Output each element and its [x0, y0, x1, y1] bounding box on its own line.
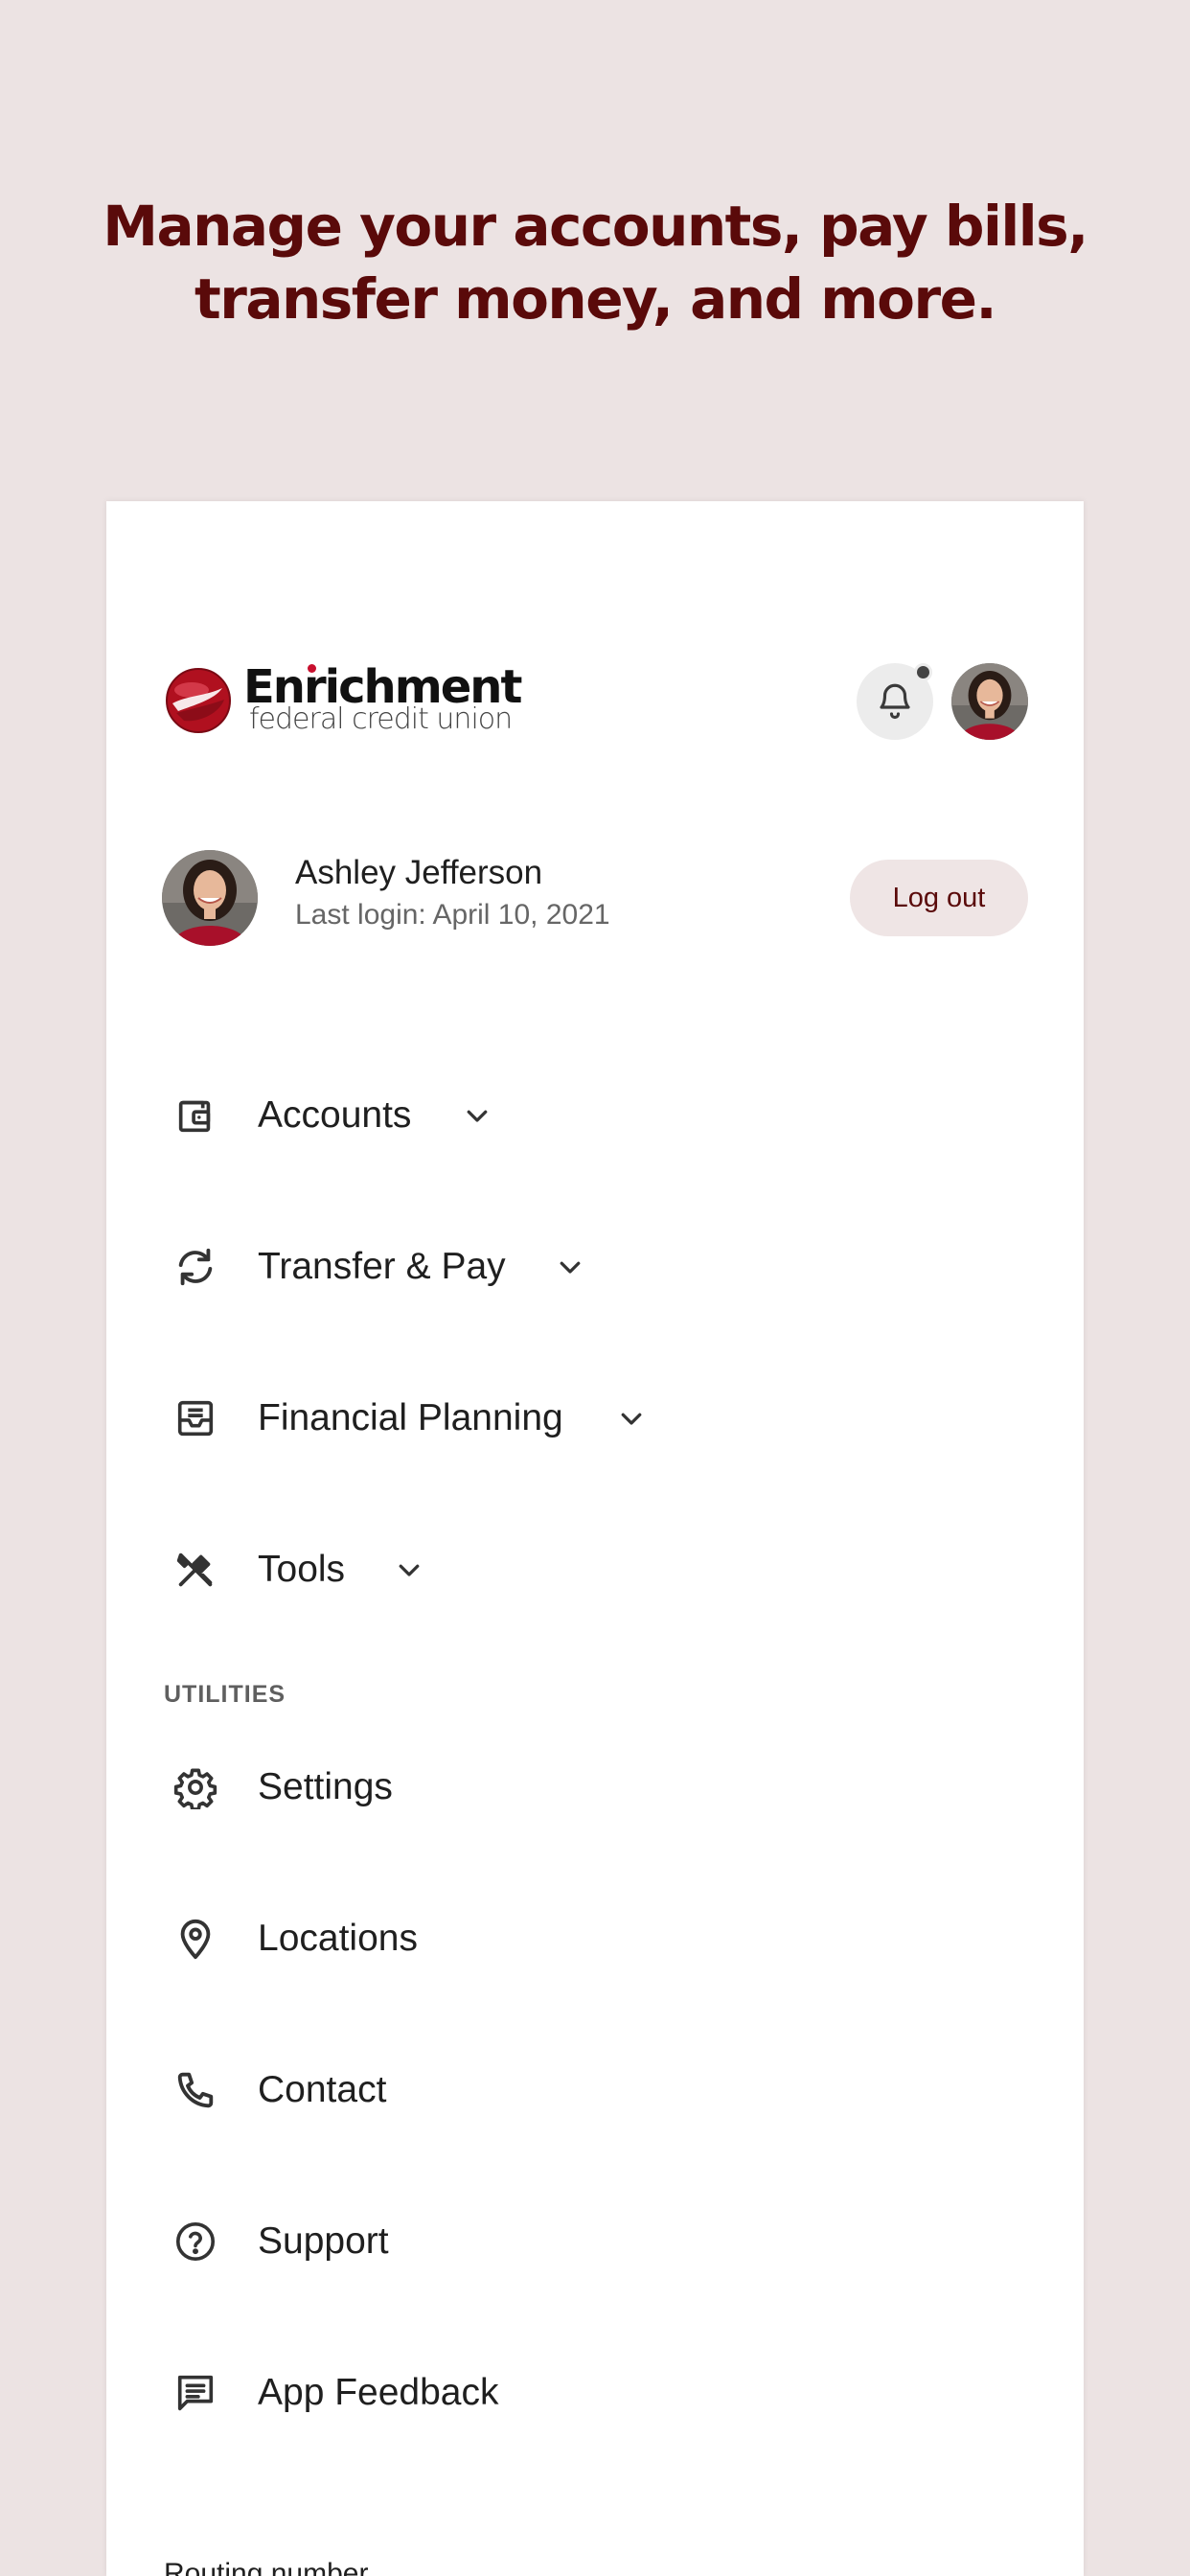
location-pin-icon: [180, 1919, 211, 1960]
logout-button[interactable]: Log out: [850, 860, 1028, 936]
chevron-down-icon[interactable]: [556, 1253, 584, 1281]
menu-item-contact[interactable]: Contact: [162, 2041, 1024, 2137]
sync-icon: [178, 1248, 213, 1286]
menu-item-accounts[interactable]: Accounts: [162, 1067, 1024, 1162]
chevron-down-icon[interactable]: [463, 1101, 492, 1130]
brand-subtitle: federal credit union: [249, 702, 513, 736]
hero-line-1: Manage your accounts, pay bills,: [103, 194, 1088, 259]
menu-label-tools: Tools: [258, 1549, 346, 1590]
profile-avatar: [162, 850, 258, 946]
bell-icon: [880, 683, 910, 720]
routing-number-label: Routing number: [164, 2558, 369, 2576]
last-login-text: Last login: April 10, 2021: [295, 899, 610, 931]
chevron-down-icon[interactable]: [617, 1404, 646, 1433]
hero-line-2: transfer money, and more.: [195, 266, 996, 332]
wallet-icon: [178, 1100, 211, 1133]
help-circle-icon: [175, 2221, 216, 2262]
menu-item-transfer-pay[interactable]: Transfer & Pay: [162, 1218, 1024, 1314]
menu-label-locations: Locations: [258, 1918, 418, 1959]
app-menu-card: Enrichment federal credit union Ashley J…: [106, 501, 1084, 2576]
menu-label-contact: Contact: [258, 2069, 387, 2110]
avatar[interactable]: [951, 663, 1028, 740]
menu-item-settings[interactable]: Settings: [162, 1738, 1024, 1834]
menu-item-support[interactable]: Support: [162, 2193, 1024, 2288]
menu-item-locations[interactable]: Locations: [162, 1890, 1024, 1986]
notifications-button[interactable]: [857, 663, 933, 740]
feedback-icon: [177, 2375, 214, 2411]
brand-logo[interactable]: Enrichment federal credit union: [165, 662, 522, 739]
inbox-icon: [177, 1400, 214, 1437]
hero-headline: Manage your accounts, pay bills, transfe…: [0, 190, 1190, 335]
menu-item-tools[interactable]: Tools: [162, 1521, 1024, 1617]
menu-label-accounts: Accounts: [258, 1094, 412, 1136]
profile-photo: [162, 850, 258, 946]
menu-label-financial-planning: Financial Planning: [258, 1397, 563, 1438]
menu-label-app-feedback: App Feedback: [258, 2372, 499, 2413]
utilities-section-label: UTILITIES: [164, 1681, 286, 1708]
logo-mark-icon: [166, 668, 231, 733]
menu-item-financial-planning[interactable]: Financial Planning: [162, 1369, 1024, 1465]
menu-item-app-feedback[interactable]: App Feedback: [162, 2344, 1024, 2440]
profile-photo: [951, 663, 1028, 740]
notification-badge: [914, 663, 932, 681]
phone-icon: [177, 2072, 214, 2108]
user-name: Ashley Jefferson: [295, 854, 543, 891]
menu-label-transfer-pay: Transfer & Pay: [258, 1246, 506, 1287]
menu-label-settings: Settings: [258, 1766, 393, 1807]
tools-icon: [176, 1552, 213, 1587]
gear-icon: [173, 1768, 217, 1809]
menu-label-support: Support: [258, 2220, 389, 2262]
chevron-down-icon[interactable]: [395, 1555, 423, 1584]
